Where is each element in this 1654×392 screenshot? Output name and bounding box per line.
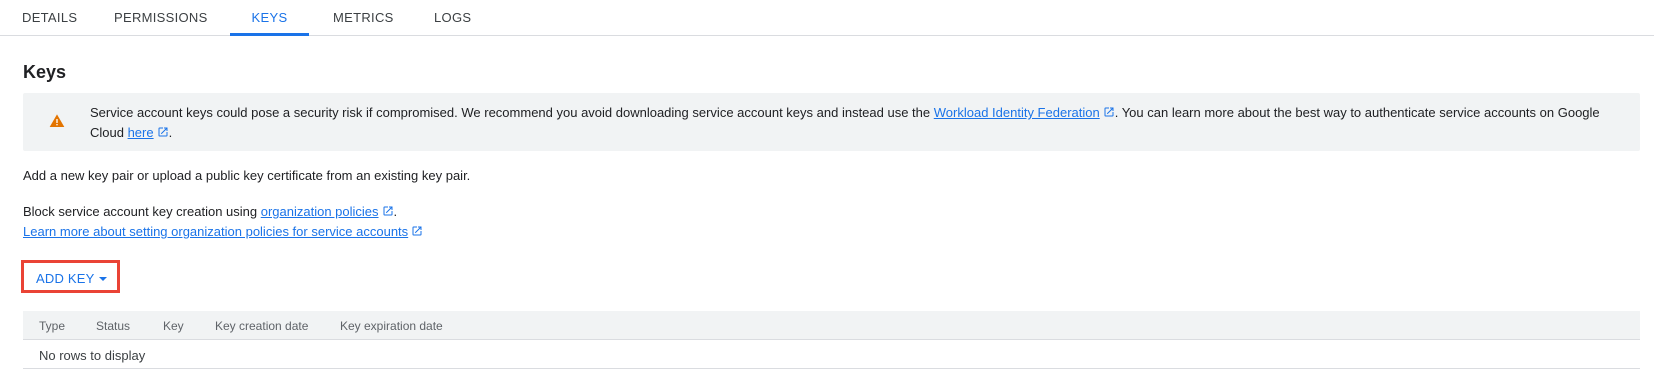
tab-bar: DETAILS PERMISSIONS KEYS METRICS LOGS — [0, 0, 1654, 36]
banner-text: Service account keys could pose a securi… — [90, 105, 1600, 140]
active-tab-indicator — [230, 33, 309, 36]
empty-table-message: No rows to display — [39, 348, 146, 363]
learn-more-line: Learn more about setting organization po… — [23, 224, 423, 239]
keys-table: Type Status Key Key creation date Key ex… — [23, 311, 1640, 369]
column-header-type[interactable]: Type — [39, 319, 65, 333]
keys-description: Add a new key pair or upload a public ke… — [23, 168, 471, 183]
workload-identity-federation-link[interactable]: Workload Identity Federation — [934, 105, 1100, 120]
table-body: No rows to display — [23, 340, 1640, 369]
external-link-icon — [158, 127, 168, 137]
tab-permissions[interactable]: PERMISSIONS — [114, 0, 207, 36]
external-link-icon — [412, 226, 422, 236]
chevron-down-icon — [99, 277, 107, 281]
learn-more-org-policies-link[interactable]: Learn more about setting organization po… — [23, 224, 408, 239]
organization-policies-link[interactable]: organization policies — [261, 204, 379, 219]
tab-metrics[interactable]: METRICS — [333, 0, 393, 36]
column-header-key-expiration-date[interactable]: Key expiration date — [340, 319, 443, 333]
tab-keys[interactable]: KEYS — [230, 0, 309, 36]
warning-icon — [49, 114, 65, 127]
page-title: Keys — [23, 62, 67, 82]
tab-logs[interactable]: LOGS — [434, 0, 471, 36]
learn-more-here-link[interactable]: here — [128, 125, 154, 140]
tab-details[interactable]: DETAILS — [22, 0, 77, 36]
add-key-label: ADD KEY — [36, 271, 95, 286]
column-header-status[interactable]: Status — [96, 319, 130, 333]
column-header-key[interactable]: Key — [163, 319, 184, 333]
table-header: Type Status Key Key creation date Key ex… — [23, 311, 1640, 340]
external-link-icon — [383, 206, 393, 216]
column-header-key-creation-date[interactable]: Key creation date — [215, 319, 308, 333]
add-key-button[interactable]: ADD KEY — [21, 260, 120, 293]
block-key-creation-text: Block service account key creation using… — [23, 204, 398, 219]
security-warning-banner: Service account keys could pose a securi… — [23, 93, 1640, 151]
external-link-icon — [1104, 107, 1114, 117]
